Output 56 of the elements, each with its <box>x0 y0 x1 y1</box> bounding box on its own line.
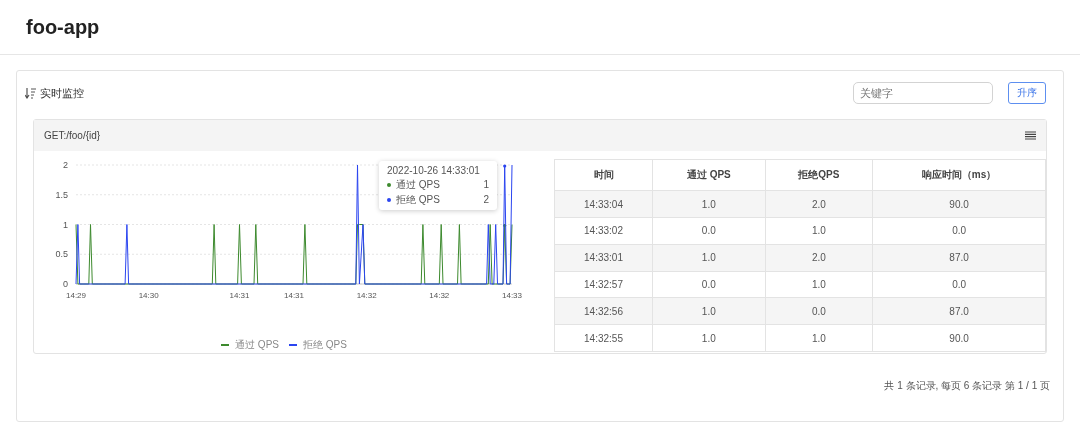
y-axis-label: 0.5 <box>55 249 68 260</box>
tooltip-value: 2 <box>483 194 489 206</box>
table-cell: 0.0 <box>872 217 1046 245</box>
legend-item[interactable]: 通过 QPS <box>221 338 279 352</box>
x-axis-label: 14:33 <box>502 291 522 300</box>
table-cell: 1.0 <box>765 217 873 245</box>
table-cell: 1.0 <box>652 244 766 272</box>
y-axis-label: 1.5 <box>55 189 68 200</box>
table-cell: 0.0 <box>652 271 766 298</box>
search-field[interactable]: 关键字 <box>853 82 993 104</box>
y-axis-label: 2 <box>63 160 68 170</box>
table-cell: 14:33:02 <box>554 217 653 245</box>
tooltip-time: 2022-10-26 14:33:01 <box>387 165 481 176</box>
tooltip-label: 拒绝 QPS <box>396 194 441 206</box>
y-axis-label: 1 <box>63 219 68 230</box>
y-axis-label: 0 <box>63 279 68 289</box>
x-axis-label: 14:32 <box>356 291 377 300</box>
table-cell: 1.0 <box>652 297 766 325</box>
table-cell: 14:33:01 <box>554 244 653 272</box>
table-cell: 2.0 <box>765 190 873 218</box>
column-header: 响应时间（ms） <box>872 159 1046 191</box>
pagination-info: 共 1 条记录, 每页 6 条记录 第 1 / 1 页 <box>884 379 1050 393</box>
table-cell: 14:32:57 <box>554 271 653 298</box>
column-header: 时间 <box>554 159 653 191</box>
tooltip-value: 1 <box>483 179 489 191</box>
table-cell: 1.0 <box>765 324 873 352</box>
table-cell: 2.0 <box>765 244 873 272</box>
table-cell: 1.0 <box>652 190 766 218</box>
x-axis-label: 14:29 <box>66 291 86 300</box>
table-cell: 0.0 <box>652 217 766 245</box>
page-title: foo-app <box>26 15 100 39</box>
column-header: 拒绝QPS <box>765 159 873 191</box>
tooltip-label: 通过 QPS <box>396 179 441 191</box>
table-cell: 14:32:55 <box>554 324 653 352</box>
table-cell: 87.0 <box>872 244 1046 272</box>
x-axis-label: 14:32 <box>429 291 450 300</box>
x-axis-label: 14:31 <box>229 291 250 300</box>
table-cell: 1.0 <box>765 271 873 298</box>
panel-title: 实时监控 <box>40 85 85 101</box>
sort-icon[interactable] <box>25 87 36 99</box>
table-cell: 14:32:56 <box>554 297 653 325</box>
table-cell: 87.0 <box>872 297 1046 325</box>
x-axis-label: 14:31 <box>284 291 304 300</box>
table-cell: 1.0 <box>652 324 766 352</box>
menu-icon[interactable] <box>1025 131 1036 140</box>
endpoint-title: GET:/foo/{id} <box>44 130 101 141</box>
sort-button[interactable]: 升序 <box>1008 82 1046 104</box>
column-header: 通过 QPS <box>652 159 766 191</box>
data-point-marker <box>503 164 507 168</box>
table-cell: 0.0 <box>872 271 1046 298</box>
legend-item[interactable]: 拒绝 QPS <box>289 338 347 352</box>
table-cell: 0.0 <box>765 297 873 325</box>
table-cell: 90.0 <box>872 190 1046 218</box>
table-cell: 90.0 <box>872 324 1046 352</box>
x-axis-label: 14:30 <box>138 291 159 300</box>
table-cell: 14:33:04 <box>554 190 653 218</box>
